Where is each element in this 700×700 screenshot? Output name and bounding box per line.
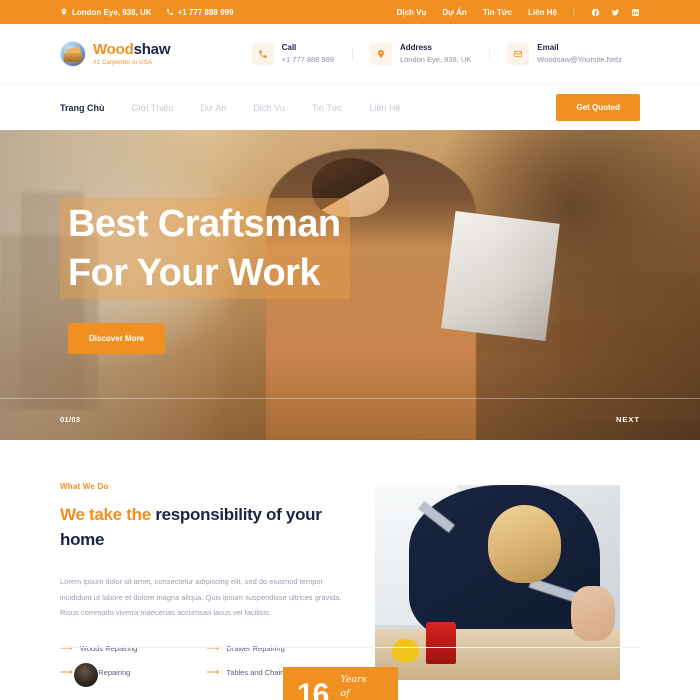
contact-email-label: Email (537, 42, 559, 52)
contact-address: Address London Eye, 938, UK (351, 42, 489, 66)
nav-item-contact[interactable]: Liên Hệ (369, 103, 400, 113)
contact-call-body: Call +1 777 888 999 (282, 43, 334, 66)
nav-item-news[interactable]: Tin Tức (312, 103, 343, 113)
brand-name-part1: Wood (93, 41, 134, 58)
slider-next-button[interactable]: NEXT (616, 415, 640, 424)
brand-logo[interactable]: Woodshaw #1 Carpenter in USA (60, 41, 170, 67)
site-header: Woodshaw #1 Carpenter in USA Call +1 777… (0, 24, 700, 84)
topbar-location-text: London Eye, 938, UK (72, 7, 152, 17)
hero-title: Best Craftsman For Your Work (60, 198, 351, 300)
slide-counter: 01/03 (60, 415, 81, 424)
about-heading-highlight: We take the (60, 505, 151, 524)
nav-item-about[interactable]: Giới Thiệu (132, 103, 174, 113)
hero-title-line2: For Your Work (68, 251, 321, 294)
topbar-link-projects[interactable]: Dự Án (442, 8, 466, 17)
top-bar: London Eye, 938, UK +1 777 888 999 Dịch … (0, 0, 700, 24)
contact-email: Email Woodsaw@Yoursite.Netz (489, 43, 640, 66)
contact-address-body: Address London Eye, 938, UK (400, 43, 471, 66)
topbar-link-services[interactable]: Dịch Vụ (397, 8, 427, 17)
map-pin-icon (60, 8, 68, 16)
brand-tagline: #1 Carpenter in USA (93, 60, 153, 66)
topbar-divider: | (572, 7, 575, 17)
topbar-social-list (591, 8, 640, 17)
logo-icon (60, 41, 86, 67)
contact-email-value: Woodsaw@Yoursite.Netz (537, 55, 622, 65)
phone-icon (166, 8, 174, 16)
envelope-icon (507, 42, 530, 65)
contact-address-label: Address (399, 42, 432, 52)
header-contacts: Call +1 777 888 999 Address London Eye, … (234, 43, 640, 66)
hero-content: Best Craftsman For Your Work Discover Mo… (60, 198, 351, 355)
hero-title-line1: Best Craftsman (68, 203, 341, 245)
nav-item-home[interactable]: Trang Chủ (60, 103, 105, 113)
contact-call-label: Call (281, 42, 297, 52)
page-root: London Eye, 938, UK +1 777 888 999 Dịch … (0, 0, 700, 700)
about-paragraph: Lorem ipsum dolor sit amet, consectetur … (60, 577, 342, 618)
facebook-icon[interactable] (591, 8, 600, 17)
topbar-link-contact[interactable]: Liên Hệ (528, 8, 557, 17)
about-eyebrow: What We Do (60, 482, 109, 491)
hero-slider: Best Craftsman For Your Work Discover Mo… (0, 130, 700, 440)
hero-slider-controls: 01/03 NEXT (0, 398, 700, 440)
experience-number: 16 (297, 677, 329, 700)
about-section: What We Do We take the responsibility of… (0, 440, 700, 700)
brand-name-part2: shaw (133, 41, 171, 58)
top-bar-left: London Eye, 938, UK +1 777 888 999 (60, 8, 233, 17)
nav-links: Trang Chủ Giới Thiệu Dự Án Dịch Vụ Tin T… (60, 103, 400, 113)
contact-address-value: London Eye, 938, UK (399, 55, 472, 65)
topbar-phone[interactable]: +1 777 888 999 (166, 7, 234, 17)
map-pin-icon (369, 42, 392, 65)
contact-email-body: Email Woodsaw@Yoursite.Netz (537, 43, 622, 66)
brand-name: Woodshaw (93, 42, 170, 57)
discover-more-button[interactable]: Discover More (68, 323, 166, 355)
get-quoted-button[interactable]: Get Quoted (556, 94, 640, 121)
about-heading: We take the responsibility of your home (60, 503, 345, 552)
experience-line2: of experience (340, 688, 350, 700)
nav-item-services[interactable]: Dịch Vụ (253, 103, 285, 113)
nav-item-projects[interactable]: Dự Án (200, 103, 226, 113)
topbar-link-news[interactable]: Tin Tức (483, 8, 512, 17)
topbar-phone-text: +1 777 888 999 (177, 7, 234, 17)
main-navbar: Trang Chủ Giới Thiệu Dự Án Dịch Vụ Tin T… (0, 84, 700, 130)
linkedin-icon[interactable] (631, 8, 640, 17)
brand-text: Woodshaw #1 Carpenter in USA (93, 42, 170, 66)
contact-call-value: +1 777 888 999 (281, 55, 334, 65)
twitter-icon[interactable] (611, 8, 620, 17)
contact-call: Call +1 777 888 999 (234, 43, 352, 66)
next-section-peek (60, 647, 640, 688)
avatar (74, 663, 98, 688)
phone-icon (251, 42, 274, 65)
topbar-location: London Eye, 938, UK (60, 8, 152, 17)
top-bar-right: Dịch Vụ Dự Án Tin Tức Liên Hệ | (397, 8, 640, 17)
